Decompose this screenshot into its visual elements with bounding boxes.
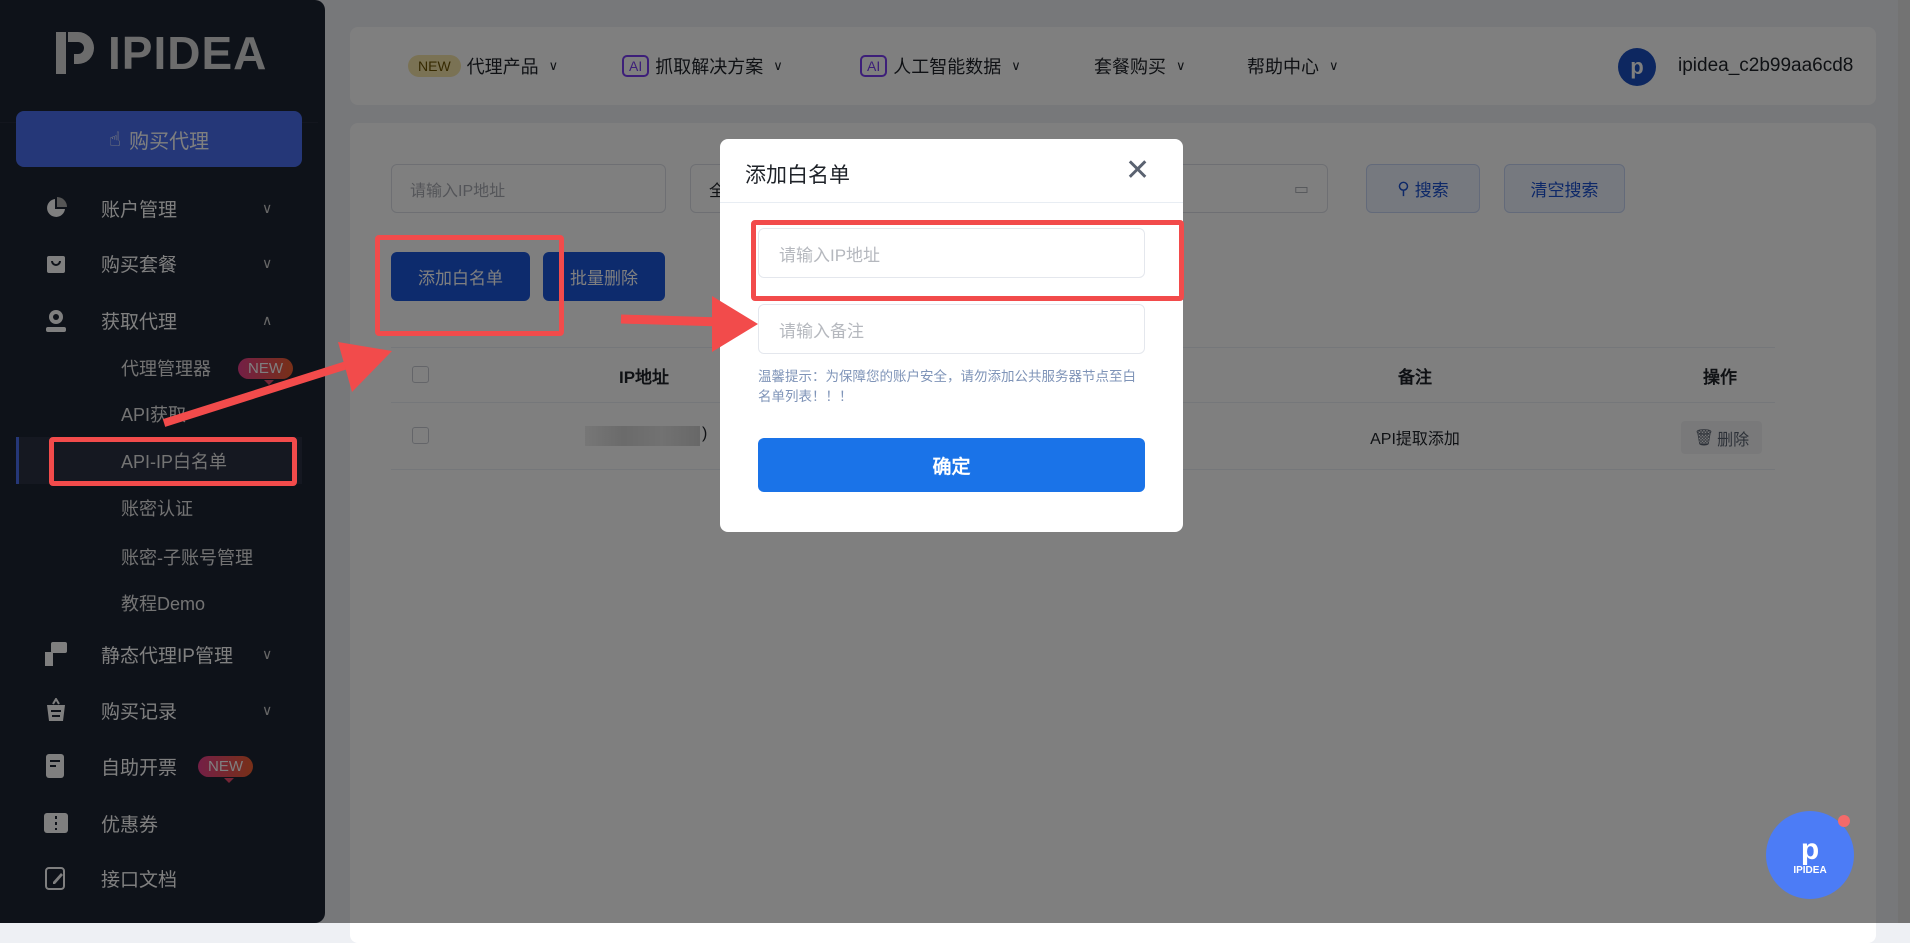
ipidea-logo-icon: p [1800, 832, 1820, 866]
notification-dot [1838, 815, 1850, 827]
fab-label: IPIDEA [1793, 864, 1827, 876]
annotation-arrows [162, 296, 758, 427]
arrow-icon [162, 342, 392, 427]
arrow-icon [620, 296, 758, 352]
